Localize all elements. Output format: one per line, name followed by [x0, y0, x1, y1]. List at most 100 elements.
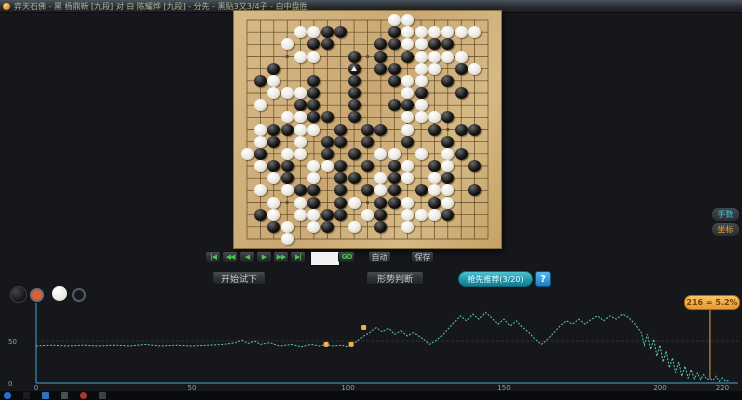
black-stone [347, 50, 361, 63]
auto-play-button[interactable]: 自动 [368, 251, 391, 263]
x-axis-tick-label: 220 [716, 384, 729, 391]
black-stone [414, 87, 428, 99]
white-stone [347, 220, 361, 233]
black-stone [320, 135, 334, 148]
black-stone [320, 26, 334, 39]
coordinates-toggle[interactable]: 坐标 [711, 222, 740, 237]
forward-1-button[interactable]: ▶ [256, 251, 272, 263]
black-stone [320, 208, 334, 221]
first-move-button[interactable]: |◀ [205, 251, 221, 263]
black-stone [374, 50, 388, 63]
black-stone [441, 135, 455, 148]
black-stone [454, 147, 468, 160]
marked-move-point [323, 341, 329, 347]
white-stone [414, 50, 428, 63]
white-stone [294, 196, 308, 209]
black-stone [387, 26, 401, 39]
black-stone [253, 147, 267, 160]
folder-icon[interactable] [61, 392, 68, 399]
white-stone [307, 123, 321, 136]
black-stone [267, 135, 281, 148]
white-stone [280, 233, 294, 245]
y-axis-tick-label: 0 [8, 380, 12, 388]
black-stone [374, 123, 388, 136]
winrate-chart[interactable]: 0 50 0 50 100 150 200 220 [0, 296, 742, 392]
x-axis-tick-label: 150 [497, 384, 510, 391]
go-button[interactable]: GO [338, 251, 355, 263]
black-stone [347, 87, 361, 99]
black-stone [414, 184, 428, 197]
white-stone [294, 208, 308, 221]
move-numbers-label: 手数 [717, 210, 734, 219]
go-board[interactable] [233, 10, 502, 249]
white-stone [441, 50, 455, 63]
white-stone [414, 208, 428, 221]
black-stone [401, 50, 415, 63]
white-stone [280, 111, 294, 124]
app-icon-1[interactable] [23, 392, 30, 399]
white-stone [280, 38, 294, 51]
winrate-tooltip-text: 216 = 5.2% [686, 298, 738, 307]
black-stone [387, 62, 401, 75]
white-stone [320, 160, 334, 172]
black-stone [280, 160, 294, 172]
white-stone [401, 208, 415, 221]
app-icon-2[interactable] [80, 392, 87, 399]
x-axis-tick-label: 50 [188, 384, 197, 391]
black-stone [387, 99, 401, 112]
black-stone [347, 172, 361, 185]
black-stone [361, 160, 374, 172]
white-stone [427, 62, 441, 75]
white-stone [294, 87, 308, 99]
black-stone [454, 123, 468, 136]
back-10-button[interactable]: ◀◀ [222, 251, 238, 263]
taskbar[interactable] [0, 391, 742, 400]
black-stone [307, 196, 321, 209]
x-axis-tick-label: 200 [653, 384, 666, 391]
white-stone [414, 38, 428, 51]
start-trial-button[interactable]: 开始试下 [212, 271, 266, 285]
move-numbers-toggle[interactable]: 手数 [711, 207, 740, 222]
black-stone [267, 220, 281, 233]
black-stone [454, 87, 468, 99]
white-stone [414, 147, 428, 160]
app-icon-3[interactable] [99, 392, 106, 399]
white-stone [427, 208, 441, 221]
white-stone [294, 135, 308, 148]
last-move-triangle-marker [351, 65, 358, 71]
save-button[interactable]: 保存 [411, 251, 434, 263]
last-move-button[interactable]: ▶| [290, 251, 306, 263]
white-stone [294, 123, 308, 136]
black-stone [427, 196, 441, 209]
move-number-input[interactable] [310, 251, 340, 266]
black-stone [427, 160, 441, 172]
black-stone [267, 123, 281, 136]
black-stone [347, 99, 361, 112]
black-stone [401, 135, 415, 148]
help-button[interactable]: ? [535, 271, 551, 287]
black-stone [253, 74, 267, 87]
x-axis-tick-label: 0 [34, 384, 38, 391]
start-button[interactable] [4, 392, 11, 399]
white-stone [253, 123, 267, 136]
white-stone [294, 50, 308, 63]
y-axis-tick-label: 50 [8, 338, 17, 346]
white-stone [401, 74, 415, 87]
black-stone [347, 111, 361, 124]
judge-position-button[interactable]: 形势判断 [366, 271, 424, 285]
black-stone [334, 196, 348, 209]
black-stone [387, 172, 401, 185]
back-1-button[interactable]: ◀ [239, 251, 255, 263]
forward-10-button[interactable]: ▶▶ [273, 251, 289, 263]
browser-icon[interactable] [42, 392, 49, 399]
x-axis-tick-label: 100 [341, 384, 354, 391]
black-stone [387, 196, 401, 209]
white-stone [240, 147, 254, 160]
ai-hint-button[interactable]: 抢先推荐(3/20) [458, 271, 533, 287]
white-stone [454, 50, 468, 63]
white-stone [468, 62, 482, 75]
white-stone [267, 208, 281, 221]
black-stone [468, 123, 482, 136]
black-stone [267, 62, 281, 75]
white-stone [253, 135, 267, 148]
